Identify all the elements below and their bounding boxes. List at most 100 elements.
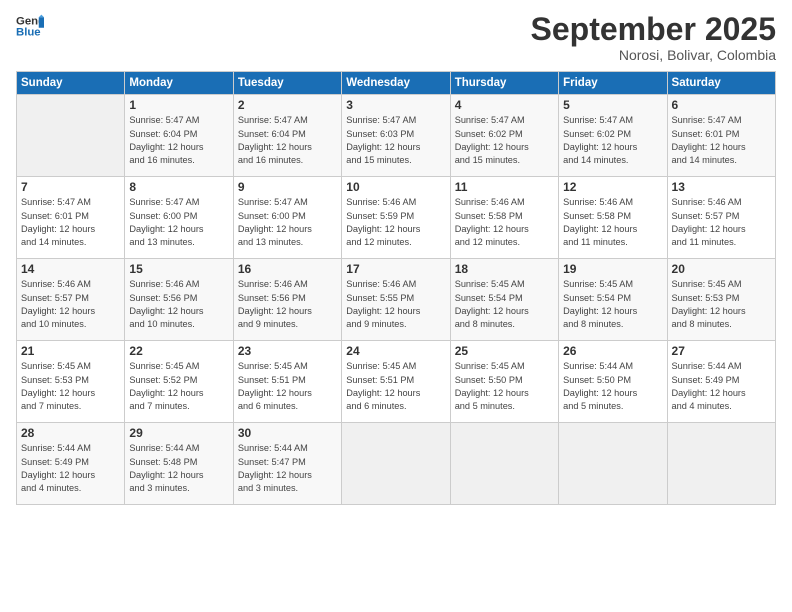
week-row-5: 28 Sunrise: 5:44 AM Sunset: 5:49 PM Dayli… <box>17 423 776 505</box>
day-cell: 18 Sunrise: 5:45 AM Sunset: 5:54 PM Dayli… <box>450 259 558 341</box>
day-info: Sunrise: 5:46 AM Sunset: 5:58 PM Dayligh… <box>455 196 554 249</box>
day-number: 5 <box>563 98 662 112</box>
day-cell: 6Sunrise: 5:47 AM Sunset: 6:01 PM Daylig… <box>667 95 775 177</box>
day-number: 10 <box>346 180 445 194</box>
svg-text:Blue: Blue <box>16 27 41 39</box>
day-number: 2 <box>238 98 337 112</box>
day-info: Sunrise: 5:45 AM Sunset: 5:54 PM Dayligh… <box>563 278 662 331</box>
day-cell: 30 Sunrise: 5:44 AM Sunset: 5:47 PM Dayli… <box>233 423 341 505</box>
day-number: 19 <box>563 262 662 276</box>
day-cell: 24 Sunrise: 5:45 AM Sunset: 5:51 PM Dayli… <box>342 341 450 423</box>
day-cell: 17Sunrise: 5:46 AM Sunset: 5:55 PM Dayli… <box>342 259 450 341</box>
col-header-saturday: Saturday <box>667 72 775 95</box>
day-cell: 11 Sunrise: 5:46 AM Sunset: 5:58 PM Dayli… <box>450 177 558 259</box>
day-cell: 9 Sunrise: 5:47 AM Sunset: 6:00 PM Daylig… <box>233 177 341 259</box>
day-info: Sunrise: 5:47 AM Sunset: 6:00 PM Dayligh… <box>238 196 337 249</box>
header-row: SundayMondayTuesdayWednesdayThursdayFrid… <box>17 72 776 95</box>
month-title: September 2025 <box>531 12 776 47</box>
day-cell <box>559 423 667 505</box>
day-cell: 16Sunrise: 5:46 AM Sunset: 5:56 PM Dayli… <box>233 259 341 341</box>
day-number: 9 <box>238 180 337 194</box>
day-number: 17 <box>346 262 445 276</box>
day-info: Sunrise: 5:47 AM Sunset: 6:01 PM Dayligh… <box>21 196 120 249</box>
day-number: 14 <box>21 262 120 276</box>
day-info: Sunrise: 5:45 AM Sunset: 5:50 PM Dayligh… <box>455 360 554 413</box>
day-number: 7 <box>21 180 120 194</box>
day-info: Sunrise: 5:45 AM Sunset: 5:54 PM Dayligh… <box>455 278 554 331</box>
day-cell: 22 Sunrise: 5:45 AM Sunset: 5:52 PM Dayli… <box>125 341 233 423</box>
day-cell: 5 Sunrise: 5:47 AM Sunset: 6:02 PM Daylig… <box>559 95 667 177</box>
day-number: 11 <box>455 180 554 194</box>
day-info: Sunrise: 5:45 AM Sunset: 5:52 PM Dayligh… <box>129 360 228 413</box>
day-number: 30 <box>238 426 337 440</box>
day-number: 24 <box>346 344 445 358</box>
day-info: Sunrise: 5:47 AM Sunset: 6:04 PM Dayligh… <box>238 114 337 167</box>
day-cell: 1Sunrise: 5:47 AM Sunset: 6:04 PM Daylig… <box>125 95 233 177</box>
day-info: Sunrise: 5:44 AM Sunset: 5:50 PM Dayligh… <box>563 360 662 413</box>
day-info: Sunrise: 5:46 AM Sunset: 5:56 PM Dayligh… <box>129 278 228 331</box>
day-info: Sunrise: 5:44 AM Sunset: 5:47 PM Dayligh… <box>238 442 337 495</box>
day-number: 21 <box>21 344 120 358</box>
day-cell: 3Sunrise: 5:47 AM Sunset: 6:03 PM Daylig… <box>342 95 450 177</box>
day-cell: 7 Sunrise: 5:47 AM Sunset: 6:01 PM Daylig… <box>17 177 125 259</box>
day-info: Sunrise: 5:45 AM Sunset: 5:53 PM Dayligh… <box>672 278 771 331</box>
day-info: Sunrise: 5:46 AM Sunset: 5:59 PM Dayligh… <box>346 196 445 249</box>
col-header-wednesday: Wednesday <box>342 72 450 95</box>
day-cell: 25 Sunrise: 5:45 AM Sunset: 5:50 PM Dayli… <box>450 341 558 423</box>
day-cell <box>667 423 775 505</box>
day-info: Sunrise: 5:47 AM Sunset: 6:02 PM Dayligh… <box>455 114 554 167</box>
col-header-thursday: Thursday <box>450 72 558 95</box>
day-number: 22 <box>129 344 228 358</box>
day-number: 23 <box>238 344 337 358</box>
day-info: Sunrise: 5:46 AM Sunset: 5:58 PM Dayligh… <box>563 196 662 249</box>
day-number: 28 <box>21 426 120 440</box>
day-number: 12 <box>563 180 662 194</box>
col-header-tuesday: Tuesday <box>233 72 341 95</box>
col-header-sunday: Sunday <box>17 72 125 95</box>
logo-icon: General Blue <box>16 12 44 40</box>
logo: General Blue <box>16 12 44 40</box>
day-info: Sunrise: 5:47 AM Sunset: 6:01 PM Dayligh… <box>672 114 771 167</box>
col-header-monday: Monday <box>125 72 233 95</box>
day-number: 18 <box>455 262 554 276</box>
week-row-2: 7 Sunrise: 5:47 AM Sunset: 6:01 PM Daylig… <box>17 177 776 259</box>
day-info: Sunrise: 5:47 AM Sunset: 6:00 PM Dayligh… <box>129 196 228 249</box>
day-number: 15 <box>129 262 228 276</box>
day-cell: 23 Sunrise: 5:45 AM Sunset: 5:51 PM Dayli… <box>233 341 341 423</box>
day-cell: 26 Sunrise: 5:44 AM Sunset: 5:50 PM Dayli… <box>559 341 667 423</box>
day-info: Sunrise: 5:44 AM Sunset: 5:48 PM Dayligh… <box>129 442 228 495</box>
day-cell: 12 Sunrise: 5:46 AM Sunset: 5:58 PM Dayli… <box>559 177 667 259</box>
day-cell: 19 Sunrise: 5:45 AM Sunset: 5:54 PM Dayli… <box>559 259 667 341</box>
day-number: 13 <box>672 180 771 194</box>
day-cell: 14Sunrise: 5:46 AM Sunset: 5:57 PM Dayli… <box>17 259 125 341</box>
day-number: 16 <box>238 262 337 276</box>
day-info: Sunrise: 5:45 AM Sunset: 5:51 PM Dayligh… <box>346 360 445 413</box>
day-number: 25 <box>455 344 554 358</box>
day-number: 20 <box>672 262 771 276</box>
day-info: Sunrise: 5:44 AM Sunset: 5:49 PM Dayligh… <box>672 360 771 413</box>
week-row-3: 14Sunrise: 5:46 AM Sunset: 5:57 PM Dayli… <box>17 259 776 341</box>
day-cell: 13 Sunrise: 5:46 AM Sunset: 5:57 PM Dayli… <box>667 177 775 259</box>
day-info: Sunrise: 5:44 AM Sunset: 5:49 PM Dayligh… <box>21 442 120 495</box>
page-header: General Blue September 2025 Norosi, Boli… <box>16 12 776 63</box>
day-cell: 15 Sunrise: 5:46 AM Sunset: 5:56 PM Dayli… <box>125 259 233 341</box>
day-cell <box>450 423 558 505</box>
day-number: 26 <box>563 344 662 358</box>
day-cell: 27 Sunrise: 5:44 AM Sunset: 5:49 PM Dayli… <box>667 341 775 423</box>
day-number: 27 <box>672 344 771 358</box>
day-cell <box>342 423 450 505</box>
day-cell: 2 Sunrise: 5:47 AM Sunset: 6:04 PM Daylig… <box>233 95 341 177</box>
day-cell: 20 Sunrise: 5:45 AM Sunset: 5:53 PM Dayli… <box>667 259 775 341</box>
day-info: Sunrise: 5:47 AM Sunset: 6:02 PM Dayligh… <box>563 114 662 167</box>
day-info: Sunrise: 5:47 AM Sunset: 6:03 PM Dayligh… <box>346 114 445 167</box>
day-cell: 29Sunrise: 5:44 AM Sunset: 5:48 PM Dayli… <box>125 423 233 505</box>
day-info: Sunrise: 5:45 AM Sunset: 5:51 PM Dayligh… <box>238 360 337 413</box>
day-cell: 28 Sunrise: 5:44 AM Sunset: 5:49 PM Dayli… <box>17 423 125 505</box>
day-number: 4 <box>455 98 554 112</box>
day-number: 8 <box>129 180 228 194</box>
day-cell: 10 Sunrise: 5:46 AM Sunset: 5:59 PM Dayli… <box>342 177 450 259</box>
day-info: Sunrise: 5:47 AM Sunset: 6:04 PM Dayligh… <box>129 114 228 167</box>
location-subtitle: Norosi, Bolivar, Colombia <box>531 47 776 63</box>
day-info: Sunrise: 5:46 AM Sunset: 5:57 PM Dayligh… <box>672 196 771 249</box>
week-row-1: 1Sunrise: 5:47 AM Sunset: 6:04 PM Daylig… <box>17 95 776 177</box>
